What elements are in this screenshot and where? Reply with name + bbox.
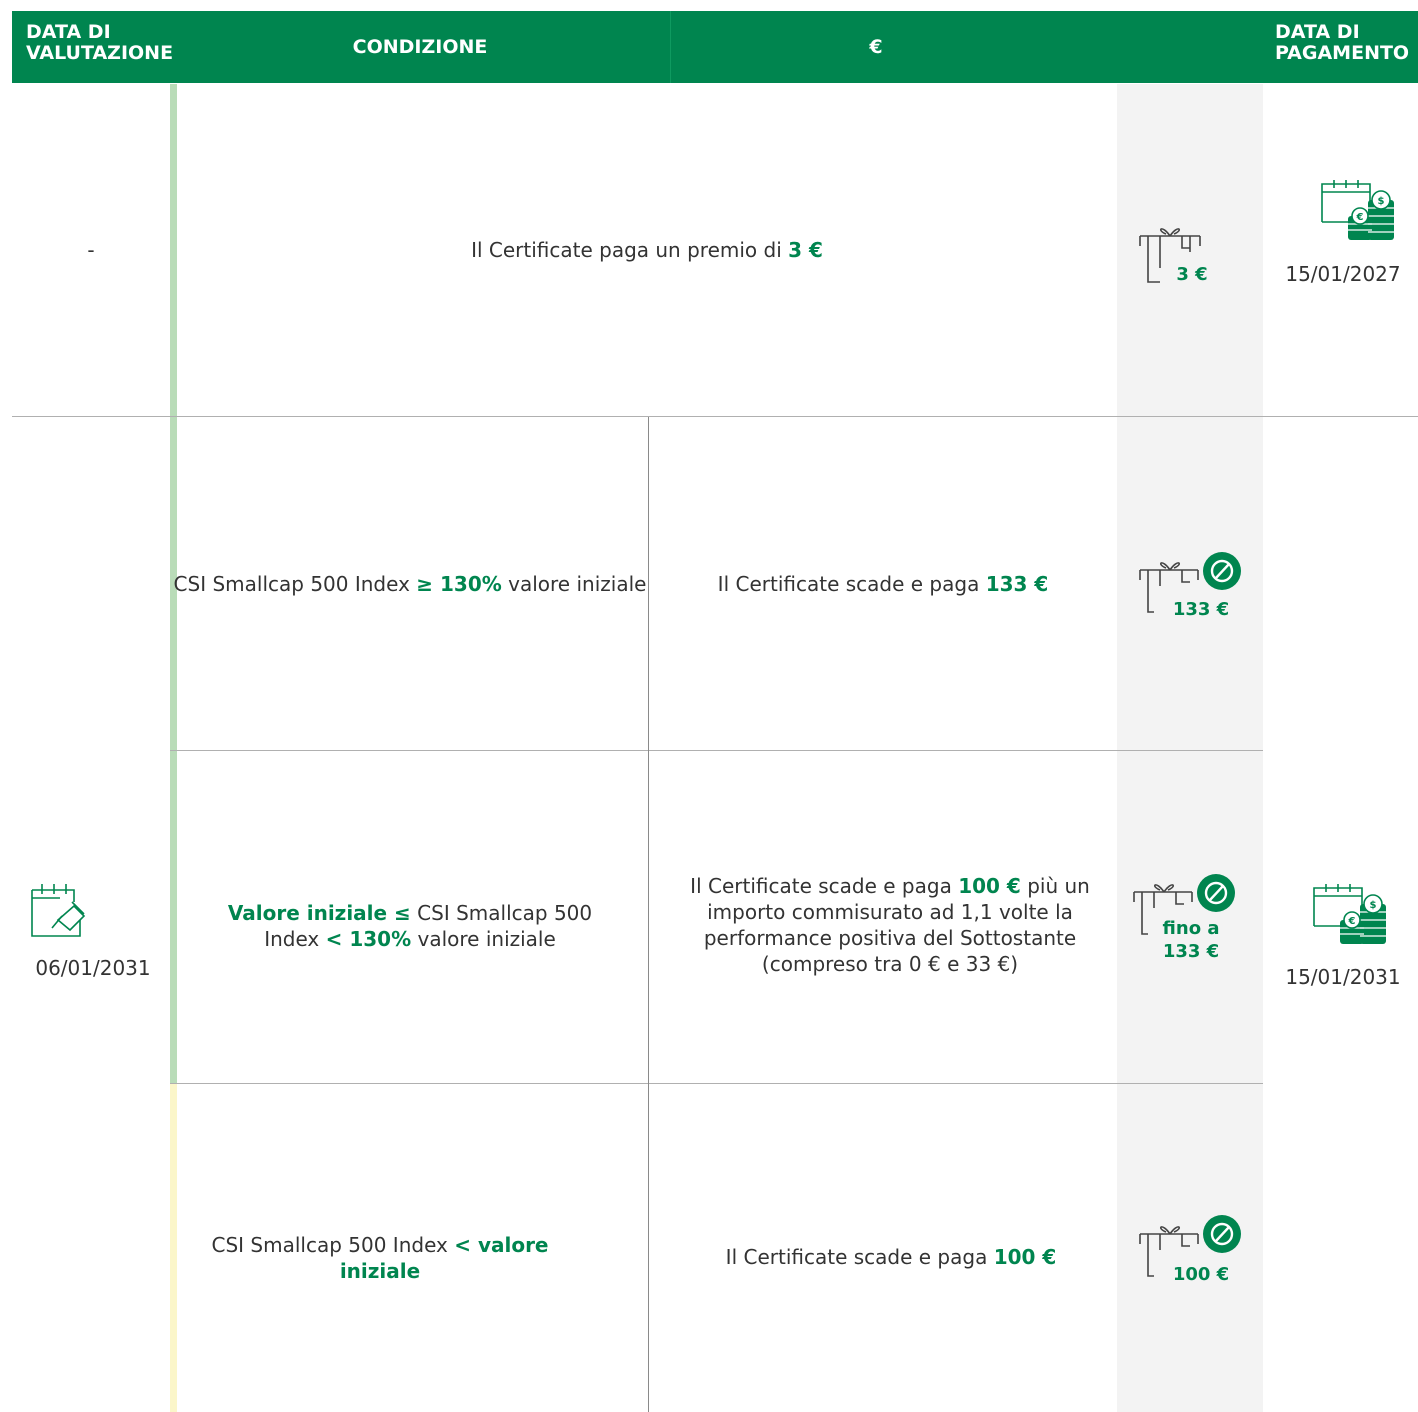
scenario3-pay-bold: 100 €: [993, 1245, 1057, 1269]
scenario1-payout: Il Certificate scade e paga 133 €: [649, 560, 1117, 608]
target-check-icon: [1196, 873, 1236, 917]
row1-description: Il Certificate paga un premio di 3 €: [177, 230, 1117, 270]
row2-pay-date: 15/01/2031: [1285, 965, 1401, 989]
scenario2-pay-bold: 100 €: [958, 874, 1021, 898]
header-euro: €: [869, 35, 883, 58]
scenario2-pay-text: Il Certificate scade e paga: [690, 874, 952, 898]
scenario2-payout: Il Certificate scade e paga 100 € più un…: [690, 870, 1090, 980]
svg-text:$: $: [1370, 900, 1377, 911]
scenario2-cond-bold2: < 130%: [325, 927, 412, 951]
svg-text:€: €: [1356, 212, 1364, 223]
row1-value: 3 €: [788, 238, 823, 262]
scenario1-pay-bold: 133 €: [985, 572, 1049, 596]
header-condition: CONDIZIONE: [352, 35, 488, 58]
scenario2-icon-amount-line2: 133 €: [1162, 941, 1220, 962]
scenario3-cond-text: CSI Smallcap 500 Index: [211, 1233, 448, 1257]
row1-eval-date: -: [87, 238, 95, 262]
row2-eval-date: 06/01/2031: [35, 956, 151, 980]
row1-icon-amount: 3 €: [1176, 264, 1208, 285]
scenario-divider: [170, 750, 1263, 751]
header-pay-date: DATA DI PAGAMENTO: [1275, 21, 1410, 64]
target-check-icon: [1202, 1214, 1242, 1258]
scenario1-icon-amount: 133 €: [1172, 599, 1230, 620]
scenario2-condition: Valore iniziale ≤ CSI Smallcap 500 Index…: [200, 898, 620, 954]
scenario3-condition: CSI Smallcap 500 Index < valore iniziale: [190, 1230, 570, 1286]
scenario1-cond-bold: ≥ 130%: [416, 572, 502, 596]
scenario1-condition: CSI Smallcap 500 Index ≥ 130% valore ini…: [172, 560, 648, 608]
scenario3-icon-amount: 100 €: [1172, 1264, 1230, 1285]
calendar-coins-icon: € $: [1310, 884, 1392, 952]
row1-pay-date: 15/01/2027: [1285, 262, 1401, 286]
scenario2-icon-amount-line1: fino a: [1162, 918, 1220, 939]
target-check-icon: [1202, 551, 1242, 595]
svg-text:$: $: [1378, 196, 1385, 207]
scenario2-cond-bold1: Valore iniziale ≤: [227, 901, 411, 925]
row-divider: [12, 416, 1418, 417]
scenario1-cond-post: valore iniziale: [508, 572, 647, 596]
calendar-pin-icon: [30, 884, 86, 942]
scenario1-pay-text: Il Certificate scade e paga: [717, 572, 980, 596]
scenario3-payout: Il Certificate scade e paga 100 €: [649, 1233, 1133, 1281]
scenario2-cond-post: valore iniziale: [417, 927, 556, 951]
scenario1-cond-text: CSI Smallcap 500 Index: [173, 572, 410, 596]
svg-text:€: €: [1348, 916, 1356, 927]
scenario3-pay-text: Il Certificate scade e paga: [725, 1245, 988, 1269]
header-eval-date: DATA DI VALUTAZIONE: [26, 21, 174, 64]
scenario-bar-yellow: [170, 1084, 177, 1412]
scenario-divider: [170, 1083, 1263, 1084]
row1-text: Il Certificate paga un premio di: [471, 238, 782, 262]
calendar-coins-icon: € $: [1318, 180, 1400, 248]
